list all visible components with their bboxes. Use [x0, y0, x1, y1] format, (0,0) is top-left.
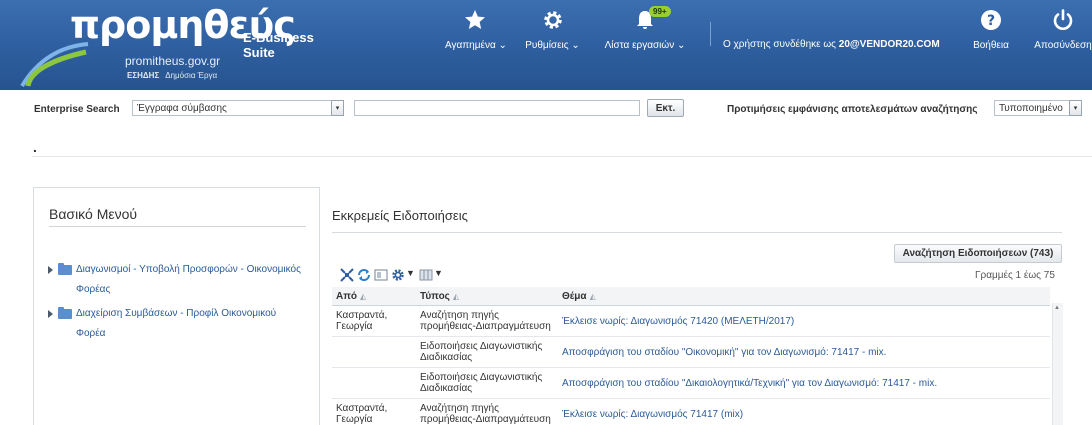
folder-icon	[58, 307, 72, 319]
main-menu-title: Βασικό Μενού	[49, 206, 138, 222]
gear-icon[interactable]	[391, 268, 405, 282]
rows-count: Γραμμές 1 έως 75	[975, 270, 1055, 281]
header-divider	[710, 22, 711, 46]
cell-from: Καστραντά, Γεωργία	[332, 398, 416, 425]
search-prefs-select[interactable]: Τυποποιημένο ▾	[994, 100, 1082, 116]
divider	[32, 156, 1092, 157]
table-row: Καστραντά, Γεωργία Αναζήτηση πηγής προμή…	[332, 305, 1050, 337]
column-header-label: Τύπος	[420, 290, 450, 302]
refresh-icon[interactable]	[357, 268, 371, 282]
user-prefix: Ο χρήστης συνδέθηκε ως	[723, 39, 836, 50]
detach-icon[interactable]	[340, 268, 354, 282]
notifications-table: Από ◭ Τύπος ◭ Θέμα ◭ Καστραντά, Γεωργία Ανα…	[332, 287, 1062, 425]
chevron-down-icon: ⌄	[571, 40, 580, 51]
worklist-label: Λίστα εργασιών ⌄	[595, 40, 695, 51]
search-prefs-value: Τυποποιημένο	[999, 103, 1063, 114]
menu-item-label[interactable]: Διαγωνισμοί - Υποβολή Προσφορών - Οικονο…	[48, 260, 308, 300]
expand-arrow-icon[interactable]	[48, 266, 53, 274]
brand-sub-bold: ΕΣΗΔΗΣ	[127, 71, 160, 80]
column-header-label: Από	[336, 290, 357, 302]
freeze-icon[interactable]	[374, 268, 388, 282]
search-scope-select[interactable]: Έγγραφα σύμβασης ▾	[132, 100, 344, 116]
cell-subject-link[interactable]: Αποσφράγιση του σταδίου "Οικονομική" για…	[558, 336, 1050, 368]
dropdown-arrow-icon[interactable]: ▾	[1069, 100, 1082, 116]
settings-text: Ρυθμίσεις	[525, 40, 569, 51]
search-notifications-button[interactable]: Αναζήτηση Ειδοποιήσεων (743)	[894, 244, 1062, 263]
worklist-text: Λίστα εργασιών	[604, 40, 675, 51]
cell-type: Ειδοποιήσεις Διαγωνιστικής Διαδικασίας	[416, 336, 558, 368]
search-scope-value: Έγγραφα σύμβασης	[137, 103, 227, 114]
search-go-button[interactable]: Εκτ.	[647, 99, 684, 117]
svg-text:?: ?	[987, 13, 995, 29]
favorites-menu[interactable]: Αγαπημένα ⌄	[445, 0, 507, 90]
main-menu-panel: Βασικό Μενού Διαγωνισμοί - Υποβολή Προσφ…	[33, 187, 320, 425]
brand-url: promitheus.gov.gr	[125, 54, 221, 68]
chevron-down-icon[interactable]: ▼	[434, 268, 443, 278]
star-icon	[465, 10, 485, 29]
favorites-label: Αγαπημένα ⌄	[445, 40, 507, 51]
settings-label: Ρυθμίσεις ⌄	[520, 40, 585, 51]
table-scrollbar[interactable]	[1052, 303, 1063, 425]
cell-subject-link[interactable]: Έκλεισε νωρίς: Διαγωνισμός 71420 (ΜΕΛΕΤΗ…	[558, 305, 1050, 337]
sort-icon[interactable]: ◭	[453, 292, 459, 301]
settings-menu[interactable]: Ρυθμίσεις ⌄	[520, 0, 585, 90]
cell-from: Καστραντά, Γεωργία	[332, 305, 416, 337]
dropdown-arrow-icon[interactable]: ▾	[331, 100, 344, 116]
column-header-from[interactable]: Από ◭	[332, 287, 416, 306]
table-row: Καστραντά, Γεωργία Αναζήτηση πηγής προμή…	[332, 398, 1050, 425]
logged-in-user: Ο χρήστης συνδέθηκε ως 20@VENDOR20.COM	[723, 39, 940, 50]
promitheus-logo[interactable]: προμηθεύς E-Business Suite promitheus.go…	[0, 0, 340, 90]
chevron-down-icon: ⌄	[676, 40, 686, 51]
sort-icon[interactable]: ◭	[360, 292, 366, 301]
cell-type: Ειδοποιήσεις Διαγωνιστικής Διαδικασίας	[416, 367, 558, 399]
brand-suffix: E-Business Suite	[243, 30, 314, 60]
column-header-type[interactable]: Τύπος ◭	[416, 287, 558, 306]
help-label: Βοήθεια	[973, 40, 1009, 51]
top-header: προμηθεύς E-Business Suite promitheus.go…	[0, 0, 1092, 90]
column-header-label: Θέμα	[562, 290, 587, 302]
enterprise-search-bar: Enterprise Search Έγγραφα σύμβασης ▾ Εκτ…	[0, 96, 1092, 124]
cell-from	[332, 367, 416, 399]
cell-type: Αναζήτηση πηγής προμήθειας-Διαπραγμάτευσ…	[416, 398, 558, 425]
folder-icon	[58, 263, 72, 275]
divider	[49, 226, 306, 227]
search-label: Enterprise Search	[34, 104, 120, 115]
brand-sub-text: Δημόσια Έργα	[165, 71, 218, 80]
cell-type: Αναζήτηση πηγής προμήθειας-Διαπραγμάτευσ…	[416, 305, 558, 337]
cell-subject-link[interactable]: Αποσφράγιση του σταδίου "Δικαιολογητικά/…	[558, 367, 1050, 399]
notifications-title: Εκκρεμείς Ειδοποιήσεις	[332, 208, 468, 223]
logout-label: Αποσύνδεση	[1034, 40, 1092, 51]
sort-icon[interactable]: ◭	[590, 292, 596, 301]
table-row: Ειδοποιήσεις Διαγωνιστικής Διαδικασίας Α…	[332, 336, 1050, 368]
gear-icon	[543, 11, 562, 29]
chevron-down-icon[interactable]: ▼	[406, 268, 415, 278]
table-row: Ειδοποιήσεις Διαγωνιστικής Διαδικασίας Α…	[332, 367, 1050, 399]
divider	[332, 232, 1062, 233]
columns-icon[interactable]	[419, 268, 433, 282]
worklist-badge: 99+	[649, 6, 671, 17]
search-input[interactable]	[354, 100, 640, 116]
menu-item-contracts[interactable]: Διαχείριση Συμβάσεων - Προφίλ Οικονομικο…	[48, 304, 308, 344]
user-email: 20@VENDOR20.COM	[838, 39, 940, 50]
menu-item-tenders[interactable]: Διαγωνισμοί - Υποβολή Προσφορών - Οικονο…	[48, 260, 308, 300]
bullet-dot: .	[33, 139, 37, 155]
table-header-row: Από ◭ Τύπος ◭ Θέμα ◭	[332, 287, 1050, 306]
menu-item-label[interactable]: Διαχείριση Συμβάσεων - Προφίλ Οικονομικο…	[48, 304, 308, 344]
favorites-text: Αγαπημένα	[445, 40, 496, 51]
cell-from	[332, 336, 416, 368]
brand-subtitle: ΕΣΗΔΗΣ Δημόσια Έργα	[127, 71, 217, 80]
help-button[interactable]: ? Βοήθεια	[966, 0, 1016, 90]
help-icon: ?	[981, 10, 1001, 30]
expand-arrow-icon[interactable]	[48, 310, 53, 318]
cell-subject-link[interactable]: Έκλεισε νωρίς: Διαγωνισμός 71417 (mix)	[558, 398, 1050, 425]
column-header-subject[interactable]: Θέμα ◭	[558, 287, 1050, 306]
worklist-menu[interactable]: 99+ Λίστα εργασιών ⌄	[595, 0, 695, 90]
power-icon	[1053, 9, 1073, 30]
chevron-down-icon: ⌄	[498, 40, 507, 51]
logo-swoosh-icon	[20, 42, 89, 88]
logout-button[interactable]: Αποσύνδεση	[1028, 0, 1092, 90]
search-prefs-label: Προτιμήσεις εμφάνισης αποτελεσμάτων αναζ…	[727, 104, 978, 115]
